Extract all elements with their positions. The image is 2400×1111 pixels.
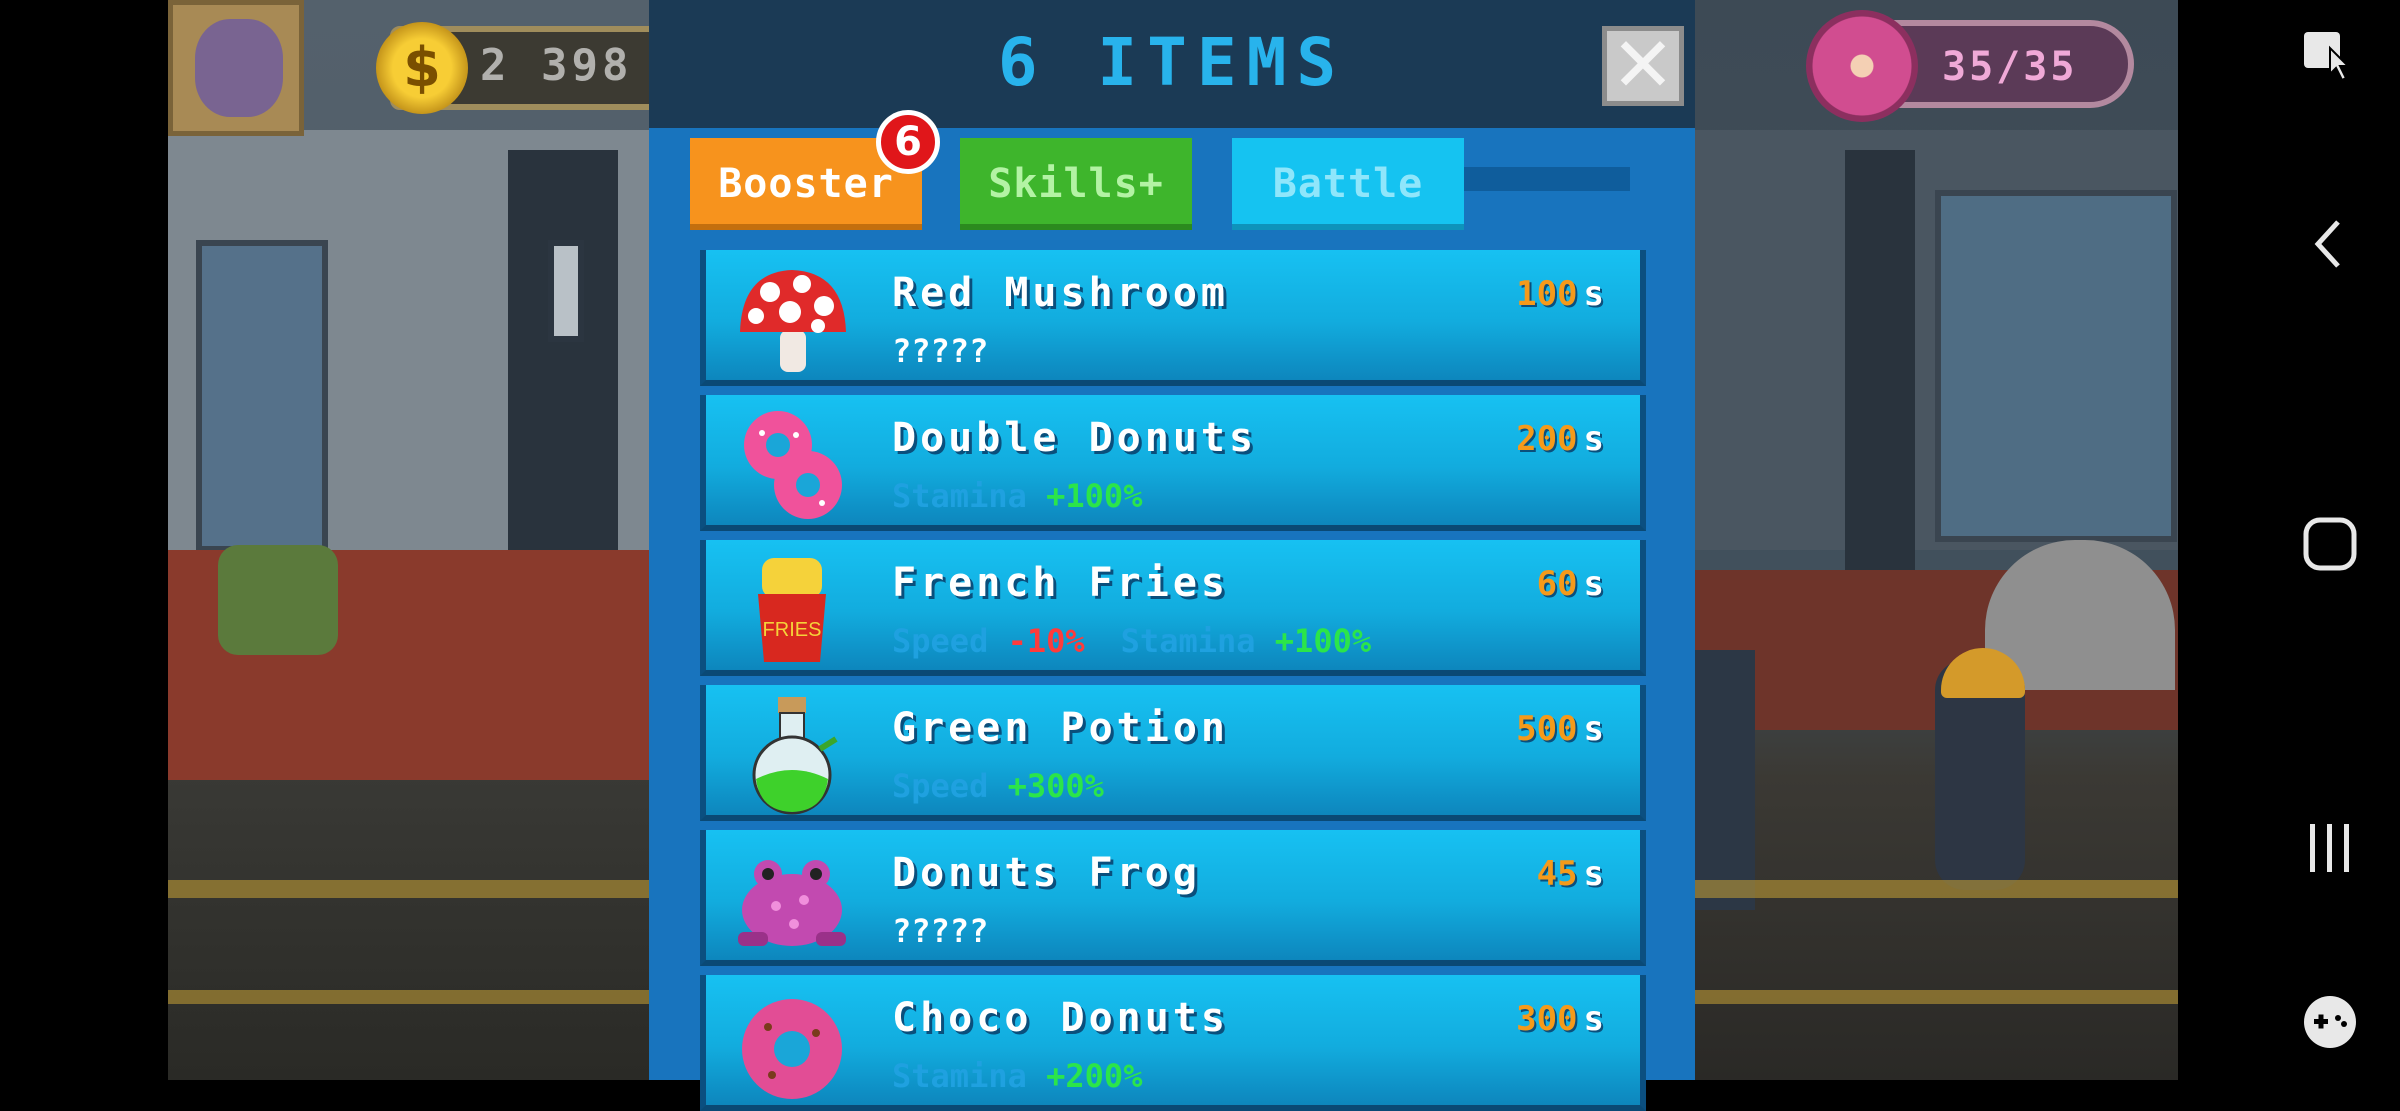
donuts-frog-icon bbox=[738, 860, 846, 946]
item-duration: 500 s bbox=[1516, 709, 1604, 749]
item-name: Green Potion bbox=[892, 705, 1229, 751]
home-icon[interactable] bbox=[2300, 514, 2360, 574]
item-row-double-donuts[interactable]: Double Donuts 200 s Stamina +100% bbox=[700, 395, 1646, 531]
stat-label: Stamina bbox=[1120, 622, 1256, 660]
duration-value: 45 bbox=[1536, 854, 1578, 894]
fries-box-label: FRIES bbox=[763, 619, 822, 641]
double-donuts-icon bbox=[744, 411, 842, 519]
system-nav-bar bbox=[2178, 0, 2400, 1080]
choco-donuts-icon bbox=[742, 999, 842, 1099]
item-name: French Fries bbox=[892, 560, 1229, 606]
item-name: Double Donuts bbox=[892, 415, 1258, 461]
item-row-french-fries[interactable]: FRIES French Fries 60 s Speed -10% Stamina… bbox=[700, 540, 1646, 676]
item-list: Red Mushroom 100 s ????? Double Donuts 20… bbox=[0, 0, 2400, 1111]
recents-icon[interactable] bbox=[2300, 818, 2360, 878]
red-mushroom-icon bbox=[740, 270, 846, 372]
duration-unit: s bbox=[1583, 709, 1604, 749]
item-description: Speed +300% bbox=[892, 767, 1104, 805]
screenshot-touch-icon[interactable] bbox=[2300, 28, 2360, 88]
stat-value: -10% bbox=[1007, 622, 1085, 660]
item-name: Donuts Frog bbox=[892, 850, 1201, 896]
stat-label: Speed bbox=[892, 622, 989, 660]
duration-value: 100 bbox=[1516, 274, 1578, 314]
back-icon[interactable] bbox=[2300, 214, 2360, 274]
stat-label: Speed bbox=[892, 767, 989, 805]
duration-unit: s bbox=[1583, 564, 1604, 604]
duration-value: 500 bbox=[1516, 709, 1578, 749]
game-controller-icon[interactable] bbox=[2300, 992, 2360, 1052]
duration-unit: s bbox=[1583, 274, 1604, 314]
item-row-choco-donuts[interactable]: Choco Donuts 300 s Stamina +200% bbox=[700, 975, 1646, 1111]
item-duration: 60 s bbox=[1537, 564, 1604, 604]
stat-label: Stamina bbox=[892, 477, 1027, 515]
item-row-green-potion[interactable]: Green Potion 500 s Speed +300% bbox=[700, 685, 1646, 821]
item-description: ????? bbox=[892, 912, 989, 950]
duration-value: 300 bbox=[1516, 999, 1578, 1039]
duration-value: 60 bbox=[1536, 564, 1578, 604]
item-description: Stamina +100% bbox=[892, 477, 1142, 515]
item-duration: 300 s bbox=[1516, 999, 1604, 1039]
item-row-donuts-frog[interactable]: Donuts Frog 45 s ????? bbox=[700, 830, 1646, 966]
item-row-red-mushroom[interactable]: Red Mushroom 100 s ????? bbox=[700, 250, 1646, 386]
item-description: ????? bbox=[892, 332, 989, 370]
stat-value: +200% bbox=[1046, 1057, 1143, 1095]
item-duration: 200 s bbox=[1516, 419, 1604, 459]
french-fries-icon: FRIES bbox=[758, 558, 826, 662]
item-description: Stamina +200% bbox=[892, 1057, 1142, 1095]
item-description: Speed -10% Stamina +100% bbox=[892, 622, 1371, 660]
item-duration: 45 s bbox=[1537, 854, 1604, 894]
stat-value: +100% bbox=[1274, 622, 1372, 660]
item-duration: 100 s bbox=[1516, 274, 1604, 314]
duration-unit: s bbox=[1583, 999, 1604, 1039]
duration-value: 200 bbox=[1516, 419, 1578, 459]
item-name: Choco Donuts bbox=[892, 995, 1229, 1041]
stat-value: +100% bbox=[1046, 477, 1143, 515]
duration-unit: s bbox=[1583, 854, 1604, 894]
item-name: Red Mushroom bbox=[892, 270, 1229, 316]
stat-value: +300% bbox=[1007, 767, 1104, 805]
green-potion-icon bbox=[752, 697, 838, 815]
duration-unit: s bbox=[1583, 419, 1604, 459]
stat-label: Stamina bbox=[892, 1057, 1027, 1095]
